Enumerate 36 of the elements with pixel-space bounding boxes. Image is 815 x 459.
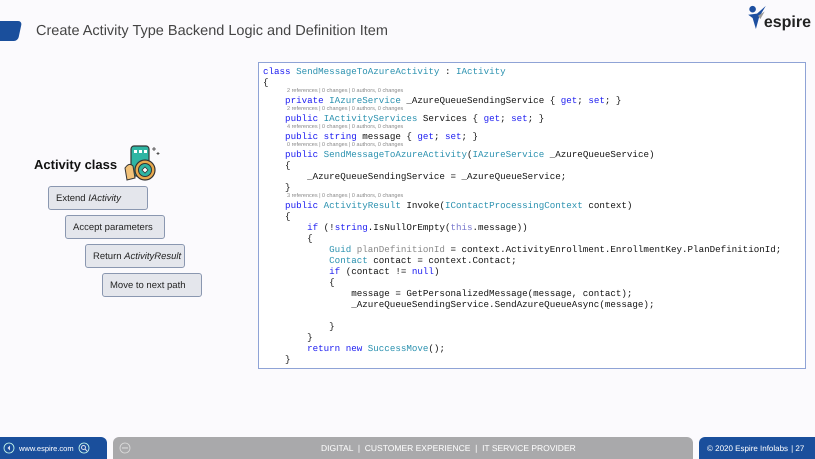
code-line: message = GetPersonalizedMessage(message, contact);	[350, 288, 632, 299]
code-line: }	[306, 332, 313, 343]
code-line: public SendMessageToAzureActivity(IAzureService _AzureQueueService)	[284, 149, 654, 160]
footer-tagline: DIGITAL | CUSTOMER EXPERIENCE | IT SERVICE PROVIDER	[321, 443, 576, 453]
search-icon[interactable]	[78, 442, 90, 454]
step-box: Return ActivityResult	[85, 244, 185, 268]
title-accent-bar	[0, 21, 22, 41]
code-line: {	[328, 277, 335, 288]
code-line: Guid planDefinitionId = context.ActivityEnrollment.EnrollmentKey.PlanDefinitionId;	[328, 244, 782, 255]
step-box: Accept parameters	[65, 215, 165, 239]
slide-title: Create Activity Type Backend Logic and Definition Item	[36, 23, 388, 39]
code-line: {	[306, 233, 313, 244]
previous-icon[interactable]	[3, 442, 15, 454]
code-line: _AzureQueueSendingService.SendAzureQueueAsync(message);	[350, 299, 654, 310]
copyright-text: © 2020 Espire Infolabs	[707, 444, 788, 452]
code-line: }	[284, 182, 291, 193]
code-line: }	[328, 321, 335, 332]
code-line: _AzureQueueSendingService = _AzureQueueService;	[306, 171, 566, 182]
code-line: if (!string.IsNullOrEmpty(this.message))	[306, 222, 528, 233]
code-line: public IActivityServices Services { get; set; }	[284, 113, 544, 124]
code-line: {	[284, 211, 291, 222]
code-line: private IAzureService _AzureQueueSendingService { get; set; }	[284, 95, 622, 106]
code-line: {	[263, 77, 269, 88]
code-line: if (contact != null)	[328, 266, 440, 277]
code-line: Contact contact = context.Contact;	[328, 255, 517, 266]
code-line: public ActivityResult Invoke(IContactProcessingContext context)	[284, 200, 632, 211]
code-line: }	[284, 354, 291, 365]
logo-text: espire	[764, 14, 811, 32]
page-number: | 27	[791, 444, 804, 452]
code-line: {	[284, 160, 291, 171]
step-box: Move to next path	[102, 273, 202, 297]
step-box: Extend IActivity	[48, 186, 148, 210]
section-heading: Activity class	[34, 156, 118, 172]
code-line: return new SuccessMove();	[306, 343, 445, 354]
code-line: class SendMessageToAzureActivity : IActivity	[263, 66, 506, 77]
code-line: public string message { get; set; }	[284, 131, 478, 142]
